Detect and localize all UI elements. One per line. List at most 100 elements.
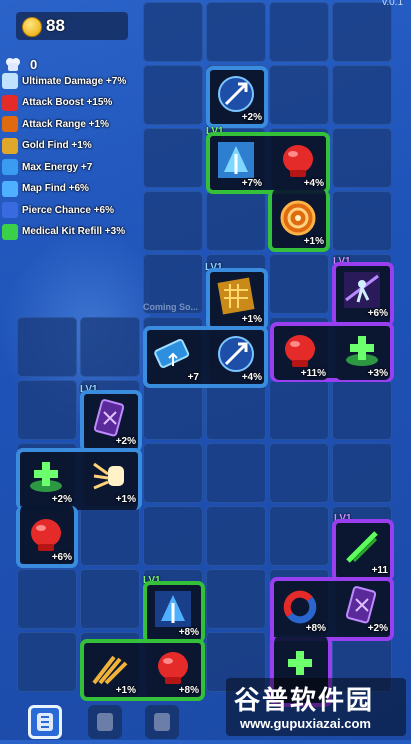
grid-cell[interactable] — [269, 2, 329, 62]
grid-cell[interactable] — [143, 443, 203, 503]
fist-icon — [2, 73, 18, 89]
green-slash-icon — [346, 531, 378, 563]
grid-cell[interactable] — [143, 128, 203, 188]
boxing-glove-icon — [283, 145, 313, 177]
card-map: +7% — [210, 136, 264, 190]
grid-cell[interactable] — [143, 191, 203, 251]
coming-soon-label: Coming So... — [143, 302, 198, 312]
version-label: v.0.1 — [382, 0, 403, 8]
grid-cell[interactable] — [206, 443, 266, 503]
card-attack-4: +8% — [147, 643, 201, 697]
grid-cell[interactable] — [269, 65, 329, 125]
card-magnet: +8% — [274, 581, 328, 635]
battery-icon — [154, 339, 190, 369]
watermark-url: www.gupuxiazai.com — [240, 716, 371, 731]
map-icon — [2, 180, 18, 197]
stat-row: Pierce Chance +6% — [2, 201, 114, 219]
grid-cell[interactable] — [143, 506, 203, 566]
card-ultimate: +6% — [336, 266, 390, 320]
bonus-count: 0 — [30, 57, 38, 72]
gold-icon — [2, 137, 18, 154]
stat-label: Map Find +6% — [22, 183, 89, 194]
grid-cell[interactable] — [17, 569, 77, 629]
grid-cell[interactable] — [17, 380, 77, 440]
tab-chip-active[interactable] — [28, 705, 62, 739]
stat-label: Medical Kit Refill +3% — [22, 226, 126, 237]
card-map-scroll-2: +2% — [336, 581, 390, 635]
tab-chip[interactable] — [88, 705, 122, 739]
piece-single[interactable]: +2% — [206, 66, 268, 128]
card-value: +1% — [303, 236, 324, 247]
tab-chip-2[interactable] — [145, 705, 179, 739]
grid-cell[interactable] — [269, 443, 329, 503]
map-arrow-icon — [218, 142, 254, 178]
stat-row: Max Energy +7 — [2, 158, 92, 176]
gold-grid-icon — [217, 277, 255, 315]
grid-cell[interactable] — [206, 380, 266, 440]
grid-cell[interactable] — [332, 380, 392, 440]
fist-icon — [93, 462, 124, 490]
grid-cell[interactable] — [332, 2, 392, 62]
card-attack: +4% — [272, 136, 326, 190]
stat-label: Pierce Chance +6% — [22, 204, 114, 216]
card-value: +8% — [305, 623, 326, 634]
card-attack-3: +6% — [20, 510, 74, 564]
card-fist: +1% — [84, 452, 138, 506]
grid-cell[interactable] — [206, 2, 266, 62]
grid-cell[interactable] — [17, 317, 77, 377]
stat-row: Attack Range +1% — [2, 115, 109, 133]
boxing-glove-icon — [285, 335, 315, 367]
card-value: +8% — [178, 627, 199, 638]
grid-cell[interactable] — [332, 128, 392, 188]
slash-figure-icon — [344, 272, 380, 308]
grid-cell[interactable] — [332, 443, 392, 503]
grid-cell[interactable] — [332, 191, 392, 251]
grid-cell[interactable] — [143, 380, 203, 440]
card-medkit: +3% — [336, 326, 390, 380]
stat-label: Max Energy +7 — [22, 161, 93, 173]
card-medkit-2: +2% — [20, 452, 74, 506]
stat-row: Medical Kit Refill +3% — [2, 223, 125, 241]
card-value: +2% — [51, 494, 72, 505]
grid-cell[interactable] — [269, 506, 329, 566]
card-value: +6% — [367, 308, 388, 319]
grid-cell[interactable] — [206, 506, 266, 566]
magnet-icon — [283, 590, 317, 624]
grid-cell[interactable] — [143, 2, 203, 62]
card-value: +2% — [241, 112, 262, 123]
grid-cell[interactable] — [80, 317, 140, 377]
card-pierce: +2% — [210, 70, 264, 124]
grid-cell[interactable] — [17, 632, 77, 692]
card-map-2: +8% — [147, 585, 201, 639]
grid-cell[interactable] — [206, 569, 266, 629]
card-range: +1% — [272, 194, 326, 248]
map-scroll-icon — [93, 399, 125, 437]
card-value: +2% — [115, 436, 136, 447]
grid-cell[interactable] — [332, 65, 392, 125]
chip-icon — [154, 713, 170, 731]
medkit-icon — [346, 336, 378, 366]
target-icon — [280, 200, 316, 236]
stat-label: Attack Range +1% — [22, 118, 109, 130]
stat-row: Attack Boost +15% — [2, 94, 112, 112]
grid-cell[interactable] — [80, 506, 140, 566]
map-scroll-icon — [345, 586, 377, 624]
boxing-glove-icon — [2, 94, 18, 111]
card-value: +4% — [241, 372, 262, 383]
energy-icon — [2, 159, 18, 175]
card-map-scroll: +2% — [84, 394, 138, 448]
watermark-title: 谷普软件园 — [234, 685, 375, 715]
stat-row: Map Find +6% — [2, 180, 89, 198]
target-icon — [2, 116, 18, 132]
card-value: +11 — [371, 565, 388, 576]
grid-cell[interactable] — [269, 254, 329, 314]
coin-icon — [22, 17, 42, 37]
stat-row: Gold Find +1% — [2, 137, 92, 155]
grid-cell[interactable] — [143, 65, 203, 125]
card-value: +7% — [241, 178, 262, 189]
card-value: +2% — [367, 623, 388, 634]
grid-cell[interactable] — [269, 380, 329, 440]
grid-cell[interactable] — [206, 191, 266, 251]
stat-label: Ultimate Damage +7% — [22, 75, 127, 87]
grid-cell[interactable] — [80, 569, 140, 629]
